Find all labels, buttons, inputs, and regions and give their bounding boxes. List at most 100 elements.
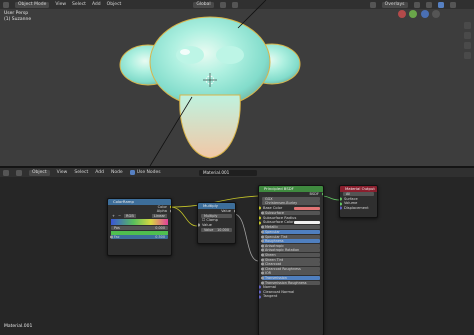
socket-icon[interactable] [260, 258, 264, 262]
input-value-2[interactable]: Value 10.000 [201, 228, 232, 233]
color-swatch[interactable] [294, 206, 320, 210]
socket-icon[interactable] [260, 262, 264, 266]
material-name-footer: Material.001 [4, 324, 33, 329]
math-multiply-node[interactable]: Multiply Value Multiply ☐ Clamp Value Va… [197, 202, 236, 244]
bsdf-input-label: Specular Tint [265, 234, 288, 239]
socket-icon [340, 202, 342, 206]
distribution-dropdown[interactable]: GGX [262, 196, 320, 201]
bsdf-input-row[interactable]: Sheen Tint [260, 257, 320, 262]
bsdf-input-row[interactable]: Subsurface [260, 211, 320, 216]
input-displacement[interactable]: Displacement [340, 206, 377, 211]
bsdf-input-row[interactable]: Tangent [259, 294, 323, 299]
bsdf-input-row[interactable]: Base Color [259, 206, 323, 211]
bsdf-input-label: IOR [265, 271, 272, 276]
bsdf-input-label: Sheen [265, 253, 276, 257]
ramp-stop-position[interactable]: Pos 0.000 [111, 226, 168, 231]
add-stop-button[interactable]: + [112, 214, 115, 219]
bsdf-input-row[interactable]: Roughness [260, 239, 320, 244]
socket-icon[interactable] [260, 248, 264, 252]
x-axis-icon[interactable] [398, 10, 406, 18]
ramp-interpolation[interactable]: Linear [151, 213, 167, 219]
socket-icon[interactable] [260, 230, 264, 234]
ramp-color-mode[interactable]: RGB [124, 213, 136, 219]
fac-input[interactable]: Fac 0.500 [109, 235, 168, 240]
socket-icon [169, 205, 171, 209]
operation-dropdown[interactable]: Multiply [201, 213, 232, 218]
bsdf-input-label: Normal [263, 285, 277, 290]
bsdf-input-row[interactable]: Anisotropic Rotation [260, 248, 320, 253]
color-swatch[interactable] [294, 221, 320, 225]
socket-icon[interactable] [260, 225, 264, 229]
bsdf-input-label: Clearcoat Roughness [265, 266, 301, 271]
bsdf-input-row[interactable]: Metallic [260, 225, 320, 230]
color-ramp-bar[interactable] [111, 219, 168, 226]
bsdf-input-label: Transmission Roughness [265, 280, 307, 285]
bsdf-input-row[interactable]: IOR [260, 271, 320, 276]
socket-icon[interactable] [259, 221, 261, 225]
bsdf-input-row[interactable]: Transmission [260, 275, 320, 280]
socket-icon[interactable] [260, 267, 264, 271]
bsdf-input-label: Anisotropic Rotation [265, 248, 300, 253]
bsdf-inputs: Base Color Subsurface Subsurface Radius Sub… [259, 206, 323, 299]
socket-icon[interactable] [260, 235, 264, 239]
socket-icon [109, 235, 113, 239]
target-dropdown[interactable]: All [343, 192, 374, 197]
remove-stop-button[interactable]: − [118, 214, 121, 219]
socket-icon [340, 206, 342, 210]
bsdf-input-label: Subsurface [265, 211, 284, 216]
y-axis-icon[interactable] [409, 10, 418, 18]
bsdf-input-label: Tangent [263, 294, 278, 299]
socket-icon[interactable] [260, 244, 264, 248]
bsdf-input-row[interactable]: Subsurface Color [259, 220, 323, 225]
grid-icon[interactable] [464, 52, 471, 59]
socket-icon [321, 192, 323, 196]
principled-bsdf-node[interactable]: Principled BSDF BSDF GGX Christensen-Bur… [258, 185, 324, 335]
zoom-icon[interactable] [464, 22, 471, 29]
bsdf-input-row[interactable]: Transmission Roughness [260, 280, 320, 285]
node-links [169, 195, 340, 262]
socket-icon[interactable] [260, 211, 264, 215]
camera-icon[interactable] [464, 42, 471, 49]
material-output-node[interactable]: Material Output All Surface Volume Displ… [339, 185, 378, 218]
socket-icon[interactable] [260, 276, 264, 280]
3d-viewport[interactable]: Object Mode View Select Add Object Globa… [0, 0, 474, 166]
z-neg-axis-icon[interactable] [431, 10, 440, 18]
input-value[interactable]: Value [198, 223, 235, 228]
socket-icon [198, 223, 200, 227]
bsdf-input-label: Subsurface Radius [263, 215, 297, 220]
bsdf-input-row[interactable]: Clearcoat Roughness [260, 266, 320, 271]
navigation-gizmo[interactable] [398, 10, 442, 19]
socket-icon[interactable] [260, 253, 264, 257]
shader-node-editor[interactable]: Object View Select Add Node Use Nodes Ma… [0, 168, 474, 335]
colorramp-node[interactable]: ColorRamp Color Alpha + − RGB Linear Pos… [107, 198, 172, 256]
sss-method-dropdown[interactable]: Christensen-Burley [262, 201, 320, 206]
node-title: Material Output [340, 186, 377, 192]
socket-icon[interactable] [259, 285, 261, 289]
ramp-stop-color[interactable] [111, 230, 168, 235]
socket-icon[interactable] [259, 290, 261, 294]
socket-icon[interactable] [259, 295, 261, 299]
output-value[interactable]: Value [198, 209, 235, 214]
bsdf-input-label: Clearcoat [265, 262, 282, 267]
socket-icon[interactable] [260, 271, 264, 275]
socket-icon[interactable] [259, 216, 261, 220]
z-axis-icon[interactable] [420, 10, 429, 18]
bsdf-input-row[interactable]: Specular [260, 230, 320, 235]
socket-icon[interactable] [260, 239, 264, 243]
socket-icon [233, 209, 235, 213]
suzanne-render[interactable] [0, 0, 474, 166]
bsdf-input-row[interactable]: Clearcoat [260, 262, 320, 267]
bsdf-input-row[interactable]: Sheen [260, 253, 320, 257]
bsdf-input-label: Sheen Tint [265, 257, 284, 262]
bsdf-input-row[interactable]: Specular Tint [260, 234, 320, 239]
hand-icon[interactable] [464, 32, 471, 39]
viewport-nav-tools [464, 22, 471, 59]
output-bsdf[interactable]: BSDF [259, 192, 323, 197]
socket-icon[interactable] [259, 206, 261, 210]
ramp-controls: + − RGB Linear [108, 213, 171, 219]
bsdf-input-label: Subsurface Color [263, 220, 294, 225]
bsdf-input-label: Transmission [265, 275, 287, 280]
bsdf-input-row[interactable]: Anisotropic [260, 243, 320, 248]
socket-icon[interactable] [260, 281, 264, 285]
bsdf-input-label: Base Color [263, 205, 283, 210]
